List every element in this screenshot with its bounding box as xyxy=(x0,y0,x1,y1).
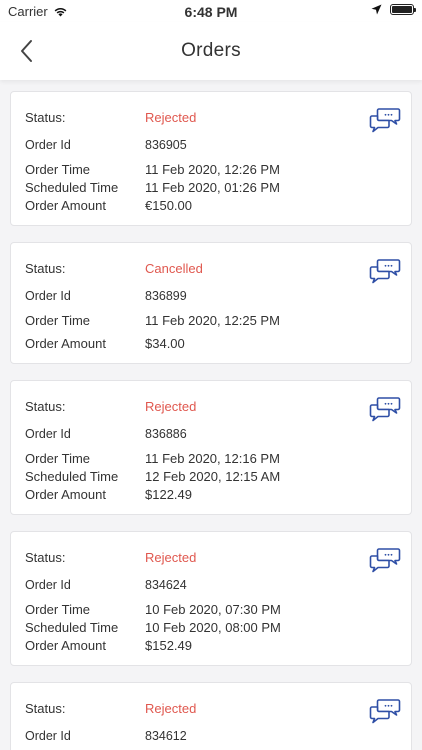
chat-button[interactable] xyxy=(369,697,401,725)
status-value: Cancelled xyxy=(145,261,203,276)
order-time-label: Order Time xyxy=(25,313,91,328)
order-id-label: Order Id xyxy=(25,729,71,743)
order-id-row: Order Id 836886 xyxy=(25,425,397,443)
scheduled-time-value: 12 Feb 2020, 12:15 AM xyxy=(145,469,281,484)
nav-bar: Orders xyxy=(0,22,422,80)
order-id-value: 836886 xyxy=(145,427,187,441)
order-amount-row: Order Amount €150.00 xyxy=(25,197,397,215)
order-amount-label: Order Amount xyxy=(25,336,106,351)
status-label: Status: xyxy=(25,399,66,414)
order-time-value: 10 Feb 2020, 07:30 PM xyxy=(145,602,281,617)
scheduled-time-value: 10 Feb 2020, 08:00 PM xyxy=(145,620,281,635)
order-card[interactable]: Status: Rejected Order Id 834624 Order T… xyxy=(10,531,412,666)
order-id-value: 836899 xyxy=(145,289,187,303)
status-label: Status: xyxy=(25,110,66,125)
order-id-value: 834624 xyxy=(145,578,187,592)
clock: 6:48 PM xyxy=(184,4,238,20)
chat-bubbles-icon xyxy=(369,108,401,133)
order-card[interactable]: Status: Rejected Order Id 836905 Order T… xyxy=(10,91,412,226)
status-row: Status: Rejected xyxy=(25,700,397,718)
chat-bubbles-icon xyxy=(369,397,401,422)
order-time-value: 11 Feb 2020, 12:25 PM xyxy=(145,313,280,328)
order-amount-value: $34.00 xyxy=(145,336,185,351)
order-amount-label: Order Amount xyxy=(25,487,106,502)
chat-bubbles-icon xyxy=(369,259,401,284)
order-id-value: 834612 xyxy=(145,729,187,743)
order-time-label: Order Time xyxy=(25,451,91,466)
scheduled-time-label: Scheduled Time xyxy=(25,469,119,484)
order-time-value: 11 Feb 2020, 12:26 PM xyxy=(145,162,280,177)
order-time-row: Order Time 10 Feb 2020, 07:30 PM xyxy=(25,601,397,619)
order-amount-row: Order Amount $152.49 xyxy=(25,637,397,655)
order-time-label: Order Time xyxy=(25,602,91,617)
order-card[interactable]: Status: Cancelled Order Id 836899 Order … xyxy=(10,242,412,364)
order-amount-value: €150.00 xyxy=(145,198,192,213)
order-amount-row: Order Amount $122.49 xyxy=(25,486,397,504)
order-id-label: Order Id xyxy=(25,138,71,152)
order-amount-label: Order Amount xyxy=(25,198,106,213)
order-id-value: 836905 xyxy=(145,138,187,152)
scheduled-time-row: Scheduled Time 11 Feb 2020, 01:26 PM xyxy=(25,179,397,197)
status-row: Status: Rejected xyxy=(25,109,397,127)
status-value: Rejected xyxy=(145,701,197,716)
location-arrow-icon xyxy=(371,4,382,15)
status-value: Rejected xyxy=(145,110,197,125)
chat-button[interactable] xyxy=(369,257,401,285)
chat-button[interactable] xyxy=(369,395,401,423)
status-row: Status: Cancelled xyxy=(25,260,397,278)
status-bar: Carrier 6:48 PM xyxy=(0,0,422,22)
chat-bubbles-icon xyxy=(369,699,401,724)
order-id-label: Order Id xyxy=(25,578,71,592)
page-title: Orders xyxy=(181,40,241,61)
order-amount-value: $122.49 xyxy=(145,487,192,502)
status-row: Status: Rejected xyxy=(25,398,397,416)
status-value: Rejected xyxy=(145,399,197,414)
order-id-label: Order Id xyxy=(25,427,71,441)
chat-button[interactable] xyxy=(369,546,401,574)
order-amount-row: Order Amount $34.00 xyxy=(25,335,397,353)
order-card[interactable]: Status: Rejected Order Id 836886 Order T… xyxy=(10,380,412,515)
scheduled-time-label: Scheduled Time xyxy=(25,180,119,195)
scheduled-time-row: Scheduled Time 10 Feb 2020, 08:00 PM xyxy=(25,619,397,637)
status-value: Rejected xyxy=(145,550,197,565)
order-id-label: Order Id xyxy=(25,289,71,303)
order-time-row: Order Time 11 Feb 2020, 12:16 PM xyxy=(25,450,397,468)
chat-bubbles-icon xyxy=(369,548,401,573)
order-id-row: Order Id 834624 xyxy=(25,576,397,594)
status-label: Status: xyxy=(25,550,66,565)
scheduled-time-value: 11 Feb 2020, 01:26 PM xyxy=(145,180,280,195)
chat-button[interactable] xyxy=(369,106,401,134)
battery-icon xyxy=(390,4,416,15)
scheduled-time-row: Scheduled Time 12 Feb 2020, 12:15 AM xyxy=(25,468,397,486)
order-amount-value: $152.49 xyxy=(145,638,192,653)
status-label: Status: xyxy=(25,701,66,716)
order-time-value: 11 Feb 2020, 12:16 PM xyxy=(145,451,280,466)
order-id-row: Order Id 834612 xyxy=(25,727,397,745)
status-bar-right xyxy=(371,4,416,15)
orders-list[interactable]: Status: Rejected Order Id 836905 Order T… xyxy=(0,80,422,750)
order-id-row: Order Id 836905 xyxy=(25,136,397,154)
order-amount-label: Order Amount xyxy=(25,638,106,653)
status-label: Status: xyxy=(25,261,66,276)
order-id-row: Order Id 836899 xyxy=(25,287,397,305)
status-row: Status: Rejected xyxy=(25,549,397,567)
scheduled-time-label: Scheduled Time xyxy=(25,620,119,635)
order-time-row: Order Time 11 Feb 2020, 12:25 PM xyxy=(25,312,397,330)
order-time-label: Order Time xyxy=(25,162,91,177)
order-card[interactable]: Status: Rejected Order Id 834612 Order T… xyxy=(10,682,412,750)
order-time-row: Order Time 11 Feb 2020, 12:26 PM xyxy=(25,161,397,179)
